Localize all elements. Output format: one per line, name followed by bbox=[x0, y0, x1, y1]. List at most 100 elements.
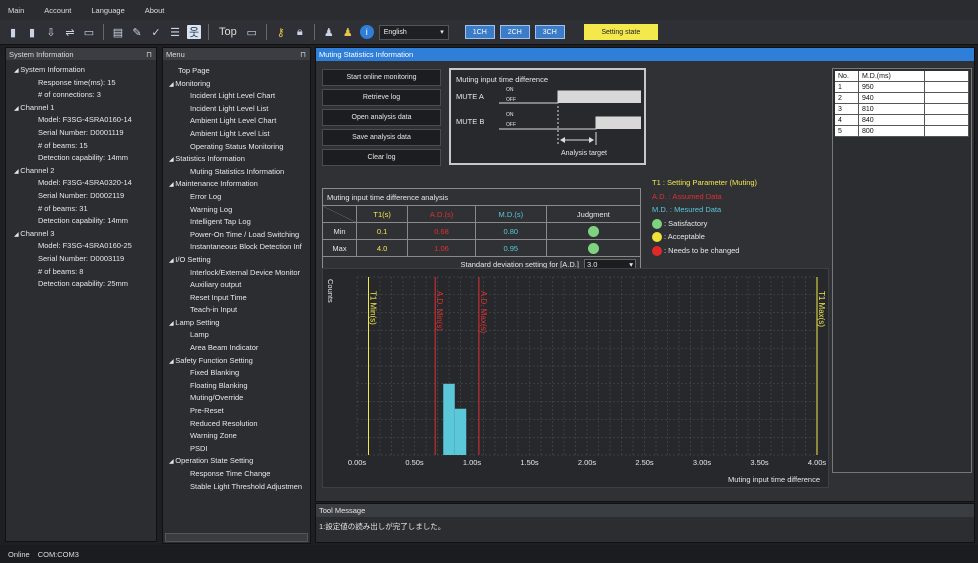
menu-language[interactable]: Language bbox=[91, 6, 124, 15]
system-info-item[interactable]: Model: F3SG-4SRA0160-25 bbox=[6, 240, 156, 253]
menu-account[interactable]: Account bbox=[44, 6, 71, 15]
system-info-item[interactable]: # of connections: 3 bbox=[6, 89, 156, 102]
system-info-item[interactable]: ◢ Channel 2 bbox=[6, 165, 156, 178]
person-icon[interactable]: 웃 bbox=[187, 25, 201, 39]
top-button[interactable]: Top bbox=[216, 26, 240, 38]
pin-icon[interactable]: ⊓ bbox=[300, 50, 306, 59]
system-info-item-label: Model: F3SG-4SRA0160-14 bbox=[38, 115, 132, 125]
menu-item[interactable]: Top Page bbox=[163, 65, 310, 78]
table-row[interactable]: 5 800 bbox=[835, 126, 969, 137]
list-icon[interactable]: ☰ bbox=[168, 25, 182, 39]
connect-icon[interactable]: ⇌ bbox=[63, 25, 77, 39]
lock-icon[interactable]: 🔒︎ bbox=[293, 25, 307, 39]
menu-item[interactable]: Error Log bbox=[163, 191, 310, 204]
system-info-item[interactable]: Response time(ms): 15 bbox=[6, 77, 156, 90]
menu-item[interactable]: Operating Status Monitoring bbox=[163, 141, 310, 154]
user-key-icon[interactable]: ♟ bbox=[341, 25, 355, 39]
menu-item[interactable]: Teach-in Input bbox=[163, 304, 310, 317]
document-icon[interactable]: ▤ bbox=[111, 25, 125, 39]
start-online-monitoring-button[interactable]: Start online monitoring bbox=[322, 69, 441, 86]
menu-item[interactable]: Intelligent Tap Log bbox=[163, 216, 310, 229]
menu-item[interactable]: Reset Input Time bbox=[163, 292, 310, 305]
document-edit-icon[interactable]: ✎ bbox=[130, 25, 144, 39]
menu-item[interactable]: ◢ Statistics Information bbox=[163, 153, 310, 166]
menu-item[interactable]: Warning Zone bbox=[163, 430, 310, 443]
table-row[interactable]: 1 950 bbox=[835, 82, 969, 93]
copy-icon[interactable]: ▮ bbox=[25, 25, 39, 39]
table-row[interactable]: 4 840 bbox=[835, 115, 969, 126]
clear-log-button[interactable]: Clear log bbox=[322, 149, 441, 166]
table-row[interactable]: 2 940 bbox=[835, 93, 969, 104]
setting-state-button[interactable]: Setting state bbox=[583, 24, 658, 40]
menu-item[interactable]: Pre-Reset bbox=[163, 405, 310, 418]
system-info-item[interactable]: Detection capability: 14mm bbox=[6, 152, 156, 165]
horizontal-scrollbar[interactable] bbox=[165, 533, 308, 542]
menu-item[interactable]: Incident Light Level List bbox=[163, 103, 310, 116]
system-info-item[interactable]: ◢ Channel 3 bbox=[6, 228, 156, 241]
channel-2-button[interactable]: 2CH bbox=[499, 25, 530, 39]
menu-item[interactable]: ◢ Safety Function Setting bbox=[163, 355, 310, 368]
menu-item[interactable]: Warning Log bbox=[163, 204, 310, 217]
user-icon[interactable]: ♟ bbox=[322, 25, 336, 39]
system-info-item[interactable]: ◢ System Information bbox=[6, 64, 156, 77]
save-analysis-data-button[interactable]: Save analysis data bbox=[322, 129, 441, 146]
new-file-icon[interactable]: ▮ bbox=[6, 25, 20, 39]
system-info-item[interactable]: Detection capability: 14mm bbox=[6, 215, 156, 228]
menu-item[interactable]: Auxiliary output bbox=[163, 279, 310, 292]
menu-item[interactable]: Response Time Change bbox=[163, 468, 310, 481]
channel-3-button[interactable]: 3CH bbox=[534, 25, 565, 39]
menu-item[interactable]: Muting Statistics Information bbox=[163, 166, 310, 179]
system-info-item-label: System Information bbox=[20, 65, 85, 74]
system-info-item[interactable]: # of beams: 31 bbox=[6, 203, 156, 216]
system-info-item[interactable]: Model: F3SG-4SRA0160-14 bbox=[6, 114, 156, 127]
monitor-icon[interactable]: ▭ bbox=[82, 25, 96, 39]
channel-1-button[interactable]: 1CH bbox=[464, 25, 495, 39]
md-table-panel: No. M.D.(ms) 1 950 2 940 3 810 4 840 5 800 bbox=[832, 68, 972, 473]
info-icon[interactable]: i bbox=[359, 25, 374, 39]
system-info-item[interactable]: ◢ Channel 1 bbox=[6, 102, 156, 115]
system-info-item[interactable]: Serial Number: D0001119 bbox=[6, 127, 156, 140]
system-info-item[interactable]: Model: F3SG-4SRA0320-14 bbox=[6, 177, 156, 190]
menu-item[interactable]: PSDI bbox=[163, 443, 310, 456]
menu-item[interactable]: ◢ Lamp Setting bbox=[163, 317, 310, 330]
retrieve-log-button[interactable]: Retrieve log bbox=[322, 89, 441, 106]
system-info-item-label: Detection capability: 14mm bbox=[38, 153, 129, 163]
md-cell: 800 bbox=[859, 126, 925, 136]
md-cell: 840 bbox=[859, 115, 925, 125]
document-check-icon[interactable]: ✓ bbox=[149, 25, 163, 39]
menu-item[interactable]: ◢ Monitoring bbox=[163, 78, 310, 91]
language-select[interactable]: English ▾ bbox=[378, 24, 449, 40]
menu-item[interactable]: Lamp bbox=[163, 329, 310, 342]
menu-item[interactable]: ◢ Operation State Setting bbox=[163, 455, 310, 468]
menu-main[interactable]: Main bbox=[8, 6, 24, 15]
menu-item-label: Area Beam Indicator bbox=[190, 343, 259, 353]
system-info-item[interactable]: Detection capability: 25mm bbox=[6, 278, 156, 291]
download-icon[interactable]: ⇩ bbox=[44, 25, 58, 39]
menu-item[interactable]: Area Beam Indicator bbox=[163, 342, 310, 355]
system-info-item[interactable]: Serial Number: D0002119 bbox=[6, 190, 156, 203]
menu-item[interactable]: ◢ Maintenance Information bbox=[163, 178, 310, 191]
menu-item[interactable]: Floating Blanking bbox=[163, 380, 310, 393]
table-row[interactable]: 3 810 bbox=[835, 104, 969, 115]
menu-item[interactable]: Ambient Light Level Chart bbox=[163, 115, 310, 128]
menu-item[interactable]: Ambient Light Level List bbox=[163, 128, 310, 141]
menu-item[interactable]: Fixed Blanking bbox=[163, 367, 310, 380]
menu-item[interactable]: Incident Light Level Chart bbox=[163, 90, 310, 103]
system-info-item[interactable]: # of beams: 8 bbox=[6, 266, 156, 279]
legend-t1: T1 : Setting Parameter (Muting) bbox=[652, 178, 758, 187]
menu-item[interactable]: Interlock/External Device Monitor bbox=[163, 267, 310, 280]
menu-item[interactable]: Power-On Time / Load Switching bbox=[163, 229, 310, 242]
menu-about[interactable]: About bbox=[145, 6, 165, 15]
menu-item[interactable]: ◢ I/O Setting bbox=[163, 254, 310, 267]
menu-item[interactable]: Reduced Resolution bbox=[163, 418, 310, 431]
window-icon[interactable]: ▭ bbox=[245, 25, 259, 39]
pin-icon[interactable]: ⊓ bbox=[146, 50, 152, 59]
key-icon[interactable]: ⚷ bbox=[274, 25, 288, 39]
legend: T1 : Setting Parameter (Muting) A.D. : A… bbox=[652, 176, 822, 257]
menu-item[interactable]: Stable Light Threshold Adjustmen bbox=[163, 481, 310, 494]
system-info-item[interactable]: Serial Number: D0003119 bbox=[6, 253, 156, 266]
menu-item[interactable]: Instantaneous Block Detection Inf bbox=[163, 241, 310, 254]
system-info-item[interactable]: # of beams: 15 bbox=[6, 140, 156, 153]
open-analysis-data-button[interactable]: Open analysis data bbox=[322, 109, 441, 126]
menu-item[interactable]: Muting/Override bbox=[163, 392, 310, 405]
